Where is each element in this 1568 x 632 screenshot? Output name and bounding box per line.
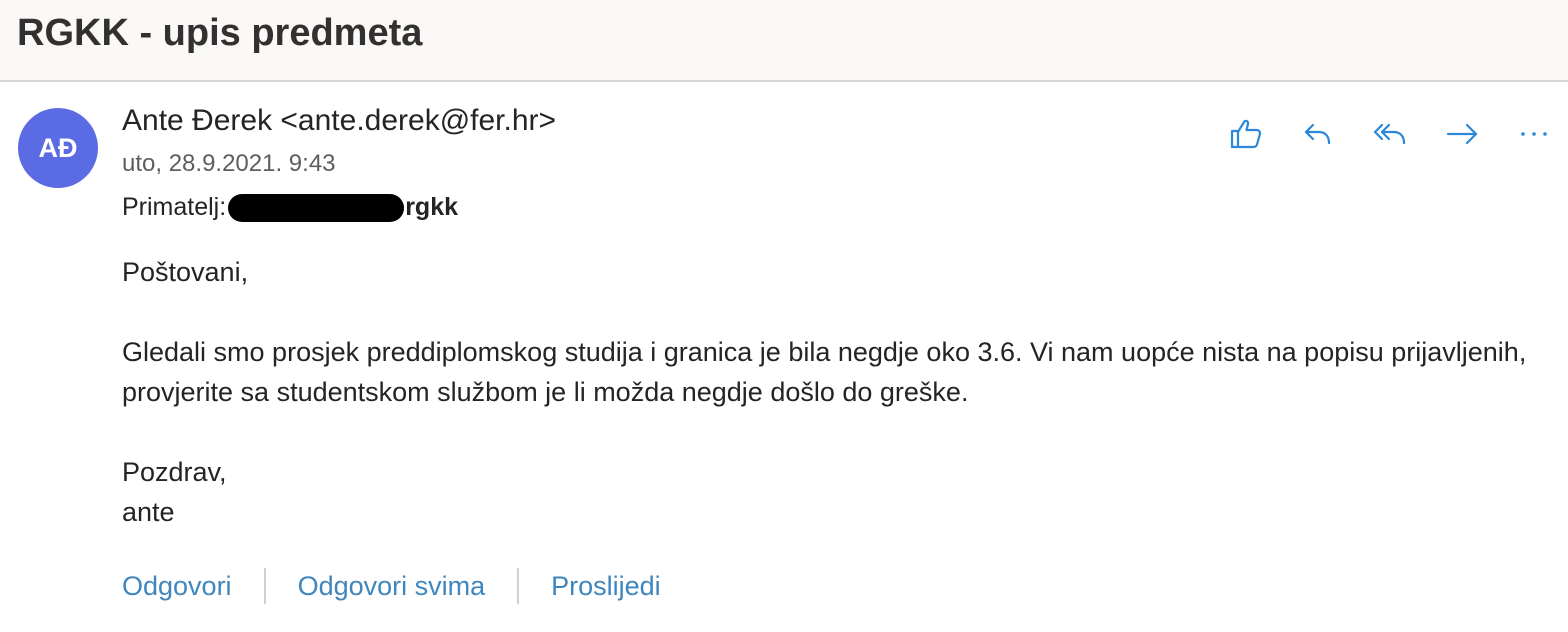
message-body: Poštovani, Gledali smo prosjek preddiplo…: [122, 252, 1542, 532]
footer-actions: Odgovori Odgovori svima Proslijedi: [122, 568, 661, 604]
forward-button[interactable]: [1426, 110, 1498, 158]
reply-button[interactable]: [1282, 110, 1354, 158]
redaction-mark: [228, 193, 405, 222]
recipient-name[interactable]: rgkk: [405, 193, 458, 222]
reply-link[interactable]: Odgovori: [122, 571, 232, 602]
reply-icon: [1304, 123, 1331, 145]
divider: [263, 568, 266, 604]
avatar[interactable]: AĐ: [18, 108, 98, 188]
signature: ante: [122, 497, 175, 527]
like-button[interactable]: [1210, 110, 1282, 158]
more-actions-button[interactable]: [1498, 110, 1568, 158]
sender-name[interactable]: Ante Đerek <ante.derek@fer.hr>: [122, 104, 556, 138]
divider: [517, 568, 520, 604]
closing: Pozdrav,: [122, 457, 227, 487]
reply-all-icon: [1373, 123, 1406, 145]
email-subject: RGKK - upis predmeta: [17, 12, 423, 54]
recipients-label: Primatelj:: [122, 193, 227, 221]
subject-bar: RGKK - upis predmeta: [0, 0, 1568, 82]
reply-all-link[interactable]: Odgovori svima: [298, 571, 486, 602]
sent-date: uto, 28.9.2021. 9:43: [122, 150, 336, 177]
forward-link[interactable]: Proslijedi: [551, 571, 661, 602]
reply-all-button[interactable]: [1354, 110, 1426, 158]
greeting: Poštovani,: [122, 257, 249, 287]
body-paragraph: Gledali smo prosjek preddiplomskog studi…: [122, 337, 1527, 407]
thumbs-up-icon: [1230, 119, 1262, 149]
forward-icon: [1446, 123, 1478, 145]
recipients-line: Primatelj: rgkk: [122, 193, 458, 222]
more-icon: [1521, 132, 1547, 136]
message-actions: [1210, 110, 1568, 158]
